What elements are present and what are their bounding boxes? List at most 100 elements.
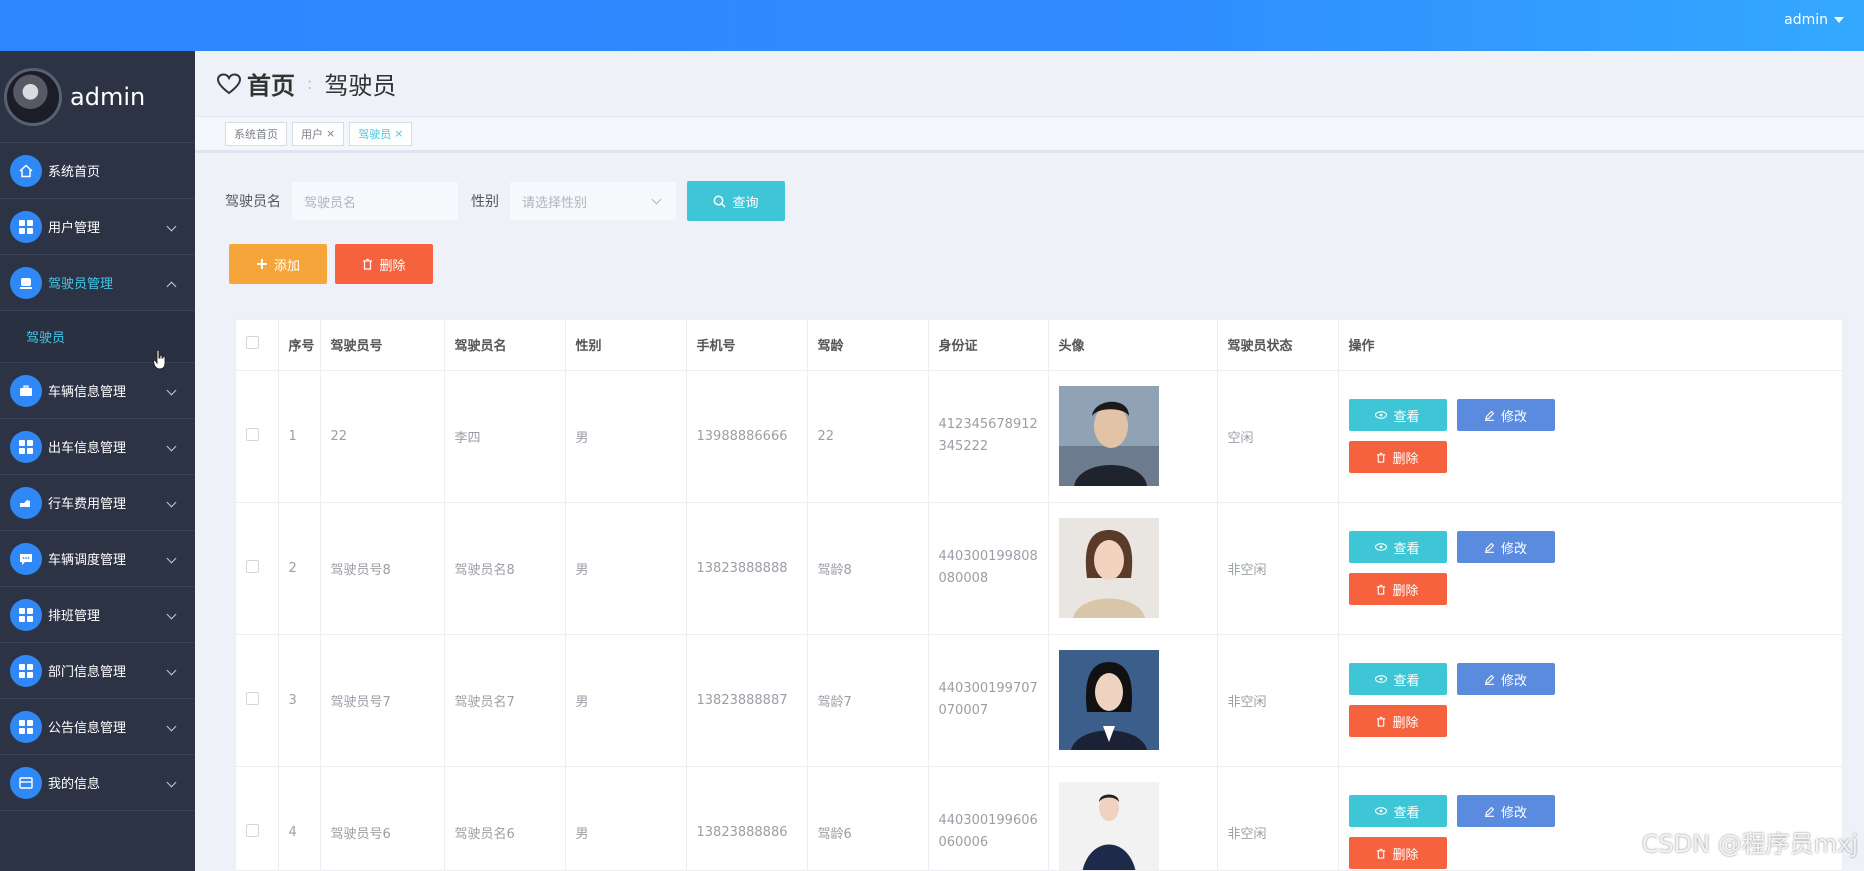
sidebar-item-scheduling[interactable]: 车辆调度管理 bbox=[0, 531, 195, 587]
delete-button[interactable]: 删除 bbox=[1348, 573, 1447, 605]
pencil-icon bbox=[1484, 806, 1495, 817]
edit-button[interactable]: 修改 bbox=[1456, 399, 1555, 431]
cell-index: 4 bbox=[278, 766, 321, 870]
sidebar: admin 系统首页 用户管理 驾驶员管理 驾驶员 车辆信息管理 出车信息管理 bbox=[0, 51, 195, 871]
watermark: CSDN @程序员mxj bbox=[1641, 830, 1858, 858]
search-icon bbox=[714, 195, 727, 208]
breadcrumb-current: 驾驶员 bbox=[324, 72, 397, 100]
trash-icon bbox=[1377, 452, 1386, 463]
sidebar-item-shifts[interactable]: 排班管理 bbox=[0, 587, 195, 643]
driver-photo bbox=[1058, 518, 1159, 618]
cell-gender: 男 bbox=[565, 766, 687, 870]
search-button[interactable]: 查询 bbox=[687, 181, 785, 221]
chevron-down-icon bbox=[166, 777, 177, 788]
sidebar-item-notices[interactable]: 公告信息管理 bbox=[0, 699, 195, 755]
select-all-checkbox[interactable] bbox=[246, 336, 259, 350]
mouse-cursor-icon bbox=[153, 350, 166, 370]
trash-icon bbox=[363, 258, 373, 270]
cell-id-card: 440300199808080008 bbox=[928, 502, 1049, 635]
close-icon[interactable]: × bbox=[394, 127, 403, 140]
view-button[interactable]: 查看 bbox=[1348, 663, 1447, 695]
tab-drivers[interactable]: 驾驶员 × bbox=[349, 121, 413, 146]
sidebar-item-departments[interactable]: 部门信息管理 bbox=[0, 643, 195, 699]
pencil-icon bbox=[1484, 542, 1495, 553]
avatar bbox=[4, 67, 62, 126]
edit-button[interactable]: 修改 bbox=[1456, 795, 1555, 827]
delete-button[interactable]: 删除 bbox=[1348, 705, 1447, 737]
chevron-up-icon bbox=[166, 281, 177, 292]
trash-icon bbox=[1377, 716, 1386, 727]
eye-icon bbox=[1375, 807, 1388, 815]
tab-home[interactable]: 系统首页 bbox=[225, 121, 287, 146]
sidebar-item-costs[interactable]: 行车费用管理 bbox=[0, 475, 195, 531]
view-button[interactable]: 查看 bbox=[1348, 399, 1447, 431]
cell-driver-no: 驾驶员号6 bbox=[320, 766, 445, 870]
chevron-down-icon bbox=[166, 609, 177, 620]
cell-gender: 男 bbox=[565, 370, 687, 503]
gender-select[interactable]: 请选择性别 bbox=[509, 181, 677, 221]
column-header: 驾龄 bbox=[807, 320, 929, 371]
bulk-delete-button[interactable]: 删除 bbox=[335, 244, 433, 284]
close-icon[interactable]: × bbox=[326, 127, 335, 140]
cell-name: 驾驶员名8 bbox=[444, 502, 566, 635]
cell-status: 非空闲 bbox=[1217, 634, 1339, 767]
cell-gender: 男 bbox=[565, 634, 687, 767]
row-checkbox[interactable] bbox=[246, 559, 259, 573]
drivers-table: 序号 驾驶员号 驾驶员名 性别 手机号 驾龄 身份证 头像 驾驶员状态 操作 1 bbox=[235, 319, 1843, 871]
breadcrumb-home[interactable]: 首页 bbox=[217, 66, 295, 101]
select-all-cell[interactable] bbox=[236, 320, 279, 371]
chevron-down-icon bbox=[166, 385, 177, 396]
chevron-down-icon bbox=[166, 441, 177, 452]
delete-button[interactable]: 删除 bbox=[1348, 837, 1447, 869]
cell-gender: 男 bbox=[565, 502, 687, 635]
sidebar-item-home[interactable]: 系统首页 bbox=[0, 143, 195, 199]
edit-button[interactable]: 修改 bbox=[1456, 531, 1555, 563]
add-button[interactable]: 添加 bbox=[229, 244, 327, 284]
user-menu[interactable]: admin bbox=[1784, 12, 1844, 28]
eye-icon bbox=[1375, 675, 1388, 683]
cell-id-card: 440300199606060006 bbox=[928, 766, 1049, 870]
sidebar-item-label: 用户管理 bbox=[48, 221, 101, 236]
breadcrumb: 首页 : 驾驶员 bbox=[195, 51, 1864, 117]
sidebar-item-label: 行车费用管理 bbox=[48, 497, 127, 512]
view-button[interactable]: 查看 bbox=[1348, 795, 1447, 827]
sidebar-item-label: 车辆信息管理 bbox=[48, 385, 127, 400]
chevron-down-icon bbox=[166, 665, 177, 676]
row-checkbox[interactable] bbox=[246, 823, 259, 837]
sidebar-item-users[interactable]: 用户管理 bbox=[0, 199, 195, 255]
eye-icon bbox=[1375, 543, 1388, 551]
driver-name-input[interactable]: 驾驶员名 bbox=[291, 181, 459, 221]
cell-index: 1 bbox=[278, 370, 321, 503]
pencil-icon bbox=[1484, 674, 1495, 685]
column-header: 驾驶员状态 bbox=[1217, 320, 1339, 371]
cell-index: 2 bbox=[278, 502, 321, 635]
cell-years: 22 bbox=[807, 370, 929, 503]
home-icon bbox=[10, 154, 42, 187]
view-button[interactable]: 查看 bbox=[1348, 531, 1447, 563]
tab-users[interactable]: 用户 × bbox=[292, 121, 345, 146]
sidebar-item-label: 部门信息管理 bbox=[48, 665, 127, 680]
row-checkbox[interactable] bbox=[246, 427, 259, 441]
row-checkbox[interactable] bbox=[246, 691, 259, 705]
delete-button[interactable]: 删除 bbox=[1348, 441, 1447, 473]
cell-years: 驾龄8 bbox=[807, 502, 929, 635]
cell-photo bbox=[1048, 370, 1218, 503]
sidebar-item-dispatch-info[interactable]: 出车信息管理 bbox=[0, 419, 195, 475]
eye-icon bbox=[1375, 411, 1388, 419]
table-row: 2 驾驶员号8 驾驶员名8 男 13823888888 驾龄8 44030019… bbox=[236, 502, 1842, 635]
chevron-down-icon bbox=[651, 194, 662, 205]
sidebar-item-my-info[interactable]: 我的信息 bbox=[0, 755, 195, 811]
cell-operations: 查看 修改 删除 bbox=[1338, 502, 1842, 635]
breadcrumb-separator: : bbox=[307, 74, 313, 93]
plus-icon bbox=[256, 259, 267, 269]
edit-button[interactable]: 修改 bbox=[1456, 663, 1555, 695]
chevron-down-icon bbox=[166, 553, 177, 564]
table-row: 4 驾驶员号6 驾驶员名6 男 13823888886 驾龄6 44030019… bbox=[236, 766, 1842, 870]
cell-photo bbox=[1048, 502, 1218, 635]
sidebar-item-drivers[interactable]: 驾驶员管理 bbox=[0, 255, 195, 311]
cell-phone: 13988886666 bbox=[686, 370, 808, 503]
sidebar-item-vehicles[interactable]: 车辆信息管理 bbox=[0, 363, 195, 419]
grid-icon bbox=[10, 598, 42, 631]
profile: admin bbox=[0, 51, 195, 143]
sidebar-item-label: 驾驶员管理 bbox=[48, 277, 114, 292]
